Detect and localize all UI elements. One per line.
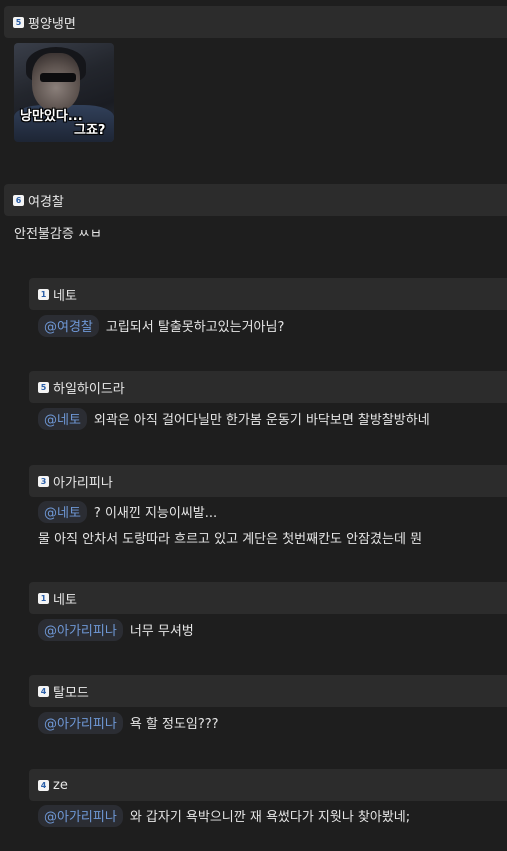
comment-text: 욕 할 정도임???	[129, 717, 219, 732]
author-name[interactable]: 평양냉면	[28, 13, 76, 32]
mention-tag[interactable]: @네토	[38, 408, 87, 430]
comment-header: 1 네토	[29, 278, 507, 310]
comment-body: @아가리피나 와 갑자기 욕박으니깐 재 욕썼다가 지웟나 찾아봤네;	[38, 805, 410, 827]
level-badge-icon: 1	[38, 288, 49, 300]
image-caption-line2: 그죠?	[74, 123, 106, 138]
image-face	[32, 53, 80, 111]
author-name[interactable]: ze	[53, 778, 68, 793]
comment-header: 1 네토	[29, 582, 507, 614]
comment-header: 5 평양냉면	[4, 6, 507, 38]
comment-header: 4 ze	[29, 769, 507, 801]
comment-text: 고립되서 탈출못하고있는거아님?	[105, 320, 285, 335]
mention-tag[interactable]: @여경찰	[38, 315, 99, 337]
comment-header: 3 아가리피나	[29, 465, 507, 497]
mention-tag[interactable]: @네토	[38, 501, 87, 523]
level-badge-icon: 1	[38, 592, 49, 604]
mention-tag[interactable]: @아가리피나	[38, 805, 123, 827]
author-name[interactable]: 하일하이드라	[53, 378, 125, 397]
comment-text: 외곽은 아직 걸어다닐만 한가봄 운동기 바닥보면 찰방찰방하네	[93, 413, 430, 428]
comment-text: 너무 무셔벙	[129, 624, 194, 639]
author-name[interactable]: 아가리피나	[53, 472, 113, 491]
attached-image[interactable]: 낭만있다... 그죠?	[14, 43, 114, 142]
author-name[interactable]: 네토	[53, 285, 77, 304]
comment-header: 4 탈모드	[29, 675, 507, 707]
comment-header: 5 하일하이드라	[29, 371, 507, 403]
mention-tag[interactable]: @아가리피나	[38, 619, 123, 641]
comment-body: @아가리피나 너무 무셔벙	[38, 619, 194, 641]
image-glasses	[40, 73, 76, 82]
mention-tag[interactable]: @아가리피나	[38, 712, 123, 734]
comment-body: @여경찰 고립되서 탈출못하고있는거아님?	[38, 315, 284, 337]
comment-text: ? 이새낀 지능이씨발...	[93, 506, 218, 521]
comment-body: @네토 외곽은 아직 걸어다닐만 한가봄 운동기 바닥보면 찰방찰방하네	[38, 408, 430, 430]
author-name[interactable]: 여경찰	[28, 191, 64, 210]
level-badge-icon: 5	[38, 381, 49, 393]
comment-body: @네토 ? 이새낀 지능이씨발...	[38, 501, 217, 523]
level-badge-icon: 6	[13, 194, 24, 206]
level-badge-icon: 4	[38, 685, 49, 697]
level-badge-icon: 4	[38, 779, 49, 791]
comment-header: 6 여경찰	[4, 184, 507, 216]
level-badge-icon: 3	[38, 475, 49, 487]
comment-text: 와 갑자기 욕박으니깐 재 욕썼다가 지웟나 찾아봤네;	[129, 810, 411, 825]
level-badge-icon: 5	[13, 16, 24, 28]
comment-text-line2: 물 아직 안차서 도랑따라 흐르고 있고 계단은 첫번째칸도 안잠겼는데 뭔	[38, 532, 423, 547]
author-name[interactable]: 네토	[53, 589, 77, 608]
comment-body: @아가리피나 욕 할 정도임???	[38, 712, 219, 734]
author-name[interactable]: 탈모드	[53, 682, 89, 701]
comment-text: 안전불감증 ㅆㅂ	[14, 227, 102, 242]
